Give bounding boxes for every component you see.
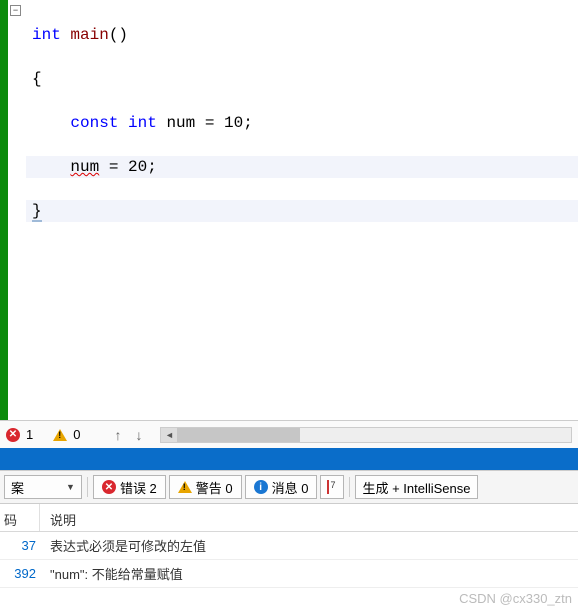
code-editor[interactable]: − int main() { const int num = 10; num =… [0, 0, 578, 420]
horizontal-scrollbar[interactable]: ◄ [160, 427, 572, 443]
messages-label: 消息 0 [272, 478, 309, 497]
source-dropdown[interactable]: 生成 + IntelliSense [355, 475, 477, 499]
keyword: const [70, 114, 118, 132]
source-label: 生成 + IntelliSense [362, 478, 470, 497]
error-list-toolbar: 案 ▼ ✕ 错误 2 警告 0 i 消息 0 生成 + IntelliSense [0, 470, 578, 504]
panel-divider [0, 448, 578, 470]
error-table-header: 码 说明 [0, 504, 578, 532]
error-code: 392 [0, 566, 40, 581]
error-description: "num": 不能给常量赋值 [40, 564, 578, 583]
error-row[interactable]: 392 "num": 不能给常量赋值 [0, 560, 578, 588]
editor-status-bar: ✕ 1 0 ↑ ↓ ◄ [0, 420, 578, 448]
error-count: 1 [26, 427, 33, 442]
watermark: CSDN @cx330_ztn [459, 591, 572, 606]
scroll-left-button[interactable]: ◄ [161, 428, 177, 442]
warning-icon [178, 481, 192, 493]
brace-match: } [32, 202, 42, 222]
error-icon: ✕ [6, 428, 20, 442]
errors-label: 错误 2 [120, 478, 157, 497]
next-error-button[interactable]: ↓ [131, 427, 146, 443]
warnings-label: 警告 0 [196, 478, 233, 497]
error-description: 表达式必须是可修改的左值 [40, 536, 578, 555]
error-list-panel: 案 ▼ ✕ 错误 2 警告 0 i 消息 0 生成 + IntelliSense… [0, 470, 578, 588]
errors-toggle[interactable]: ✕ 错误 2 [93, 475, 166, 499]
scroll-thumb[interactable] [177, 428, 300, 442]
info-icon: i [254, 480, 268, 494]
keyword: int [32, 26, 61, 44]
code-line: int main() [26, 24, 578, 46]
code-text: () [109, 26, 128, 44]
warning-count: 0 [73, 427, 80, 442]
prev-error-button[interactable]: ↑ [110, 427, 125, 443]
intellisense-filter[interactable] [320, 475, 344, 499]
fold-toggle-icon[interactable]: − [10, 5, 21, 16]
code-content[interactable]: int main() { const int num = 10; num = 2… [24, 0, 578, 420]
error-row[interactable]: 37 表达式必须是可修改的左值 [0, 532, 578, 560]
messages-toggle[interactable]: i 消息 0 [245, 475, 318, 499]
keyword: int [128, 114, 157, 132]
code-text: = 20; [99, 158, 157, 176]
code-line: const int num = 10; [26, 112, 578, 134]
separator [349, 477, 350, 497]
flag-icon [325, 480, 339, 494]
error-code: 37 [0, 538, 40, 553]
function-name: main [61, 26, 109, 44]
code-line-current: num = 20; [26, 156, 578, 178]
warning-icon [53, 429, 67, 441]
change-indicator-bar [0, 0, 8, 420]
code-line: } [26, 200, 578, 222]
code-text [118, 114, 128, 132]
code-indent [32, 114, 70, 132]
error-squiggle: num [70, 158, 99, 176]
scope-dropdown[interactable]: 案 ▼ [4, 475, 82, 499]
fold-gutter: − [8, 0, 24, 420]
column-header-description[interactable]: 说明 [40, 504, 578, 531]
separator [87, 477, 88, 497]
chevron-down-icon: ▼ [66, 482, 75, 492]
scope-label: 案 [11, 478, 24, 497]
code-line: { [26, 68, 578, 90]
warnings-toggle[interactable]: 警告 0 [169, 475, 242, 499]
code-indent [32, 158, 70, 176]
column-header-code[interactable]: 码 [0, 504, 40, 531]
code-text: num = 10; [157, 114, 253, 132]
error-icon: ✕ [102, 480, 116, 494]
